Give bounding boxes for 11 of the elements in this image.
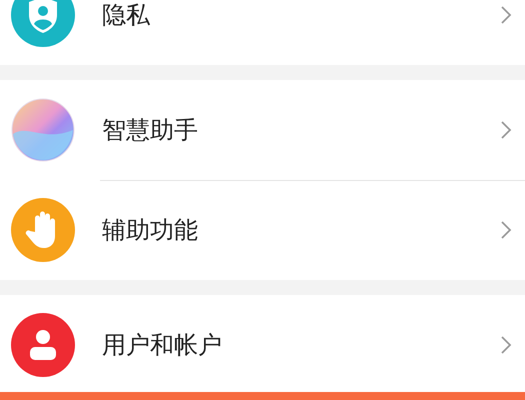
person-icon [11,313,75,377]
chevron-icon [500,5,512,25]
setting-label[interactable]: 辅助功能 [102,214,500,246]
setting-label[interactable]: 智慧助手 [102,114,500,146]
chevron-icon [500,220,512,240]
chevron-icon [500,120,512,140]
setting-label[interactable]: 用户和帐户 [102,329,500,361]
chevron-icon [500,335,512,355]
hand-icon [11,198,75,262]
gradient-orb-icon [11,98,75,162]
setting-label[interactable]: 隐私 [102,0,500,31]
